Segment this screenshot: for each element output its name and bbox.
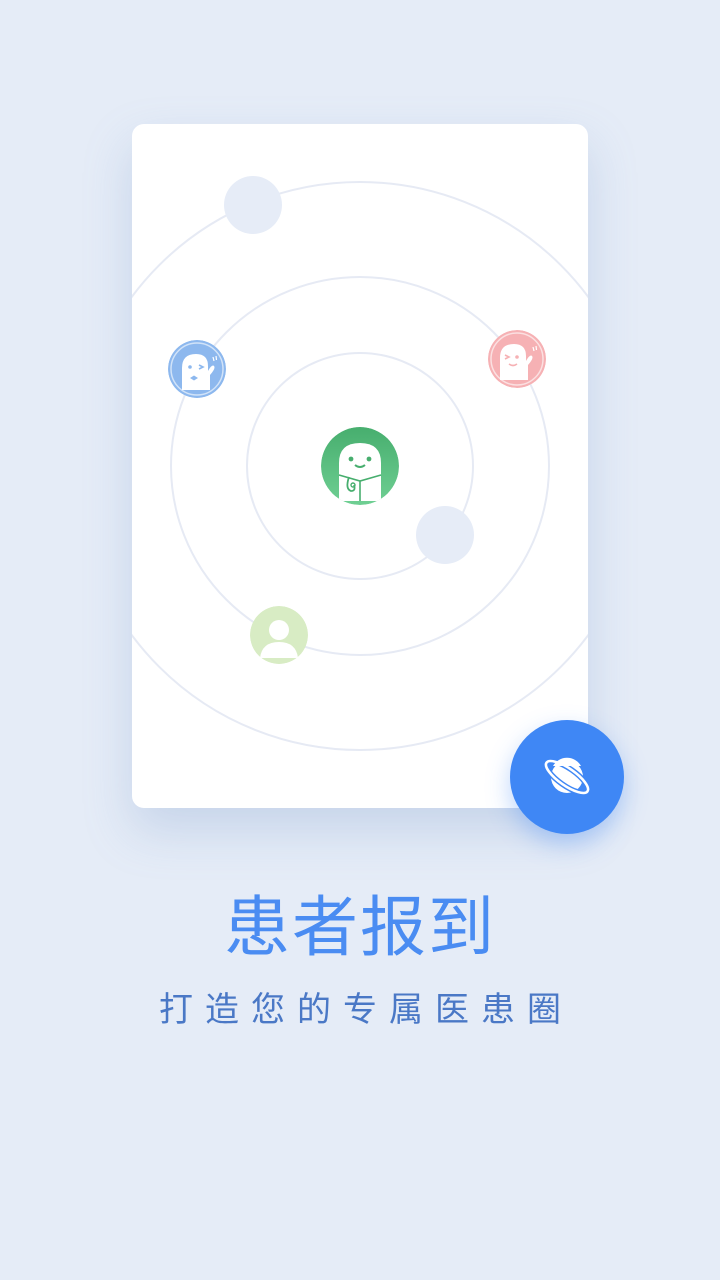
planet-button[interactable]	[510, 720, 624, 834]
patient-avatar-green	[250, 606, 308, 664]
planet-icon	[543, 757, 591, 796]
doctor-avatar	[321, 427, 399, 505]
waving-mascot-icon	[168, 340, 226, 398]
user-silhouette-icon	[250, 606, 308, 664]
illustration-card	[132, 124, 588, 808]
patient-avatar-blue	[168, 340, 226, 398]
doctor-mascot-icon	[321, 427, 399, 505]
patient-avatar-pink	[488, 330, 546, 388]
orbit-placeholder-right	[416, 506, 474, 564]
onboarding-title: 患者报到	[224, 889, 496, 966]
onboarding-subtitle: 打造您的专属医患圈	[159, 990, 573, 1030]
waving-mascot-icon	[488, 330, 546, 388]
onboarding-page: 患者报到 打造您的专属医患圈	[0, 0, 720, 1280]
orbit-placeholder-top	[224, 176, 282, 234]
